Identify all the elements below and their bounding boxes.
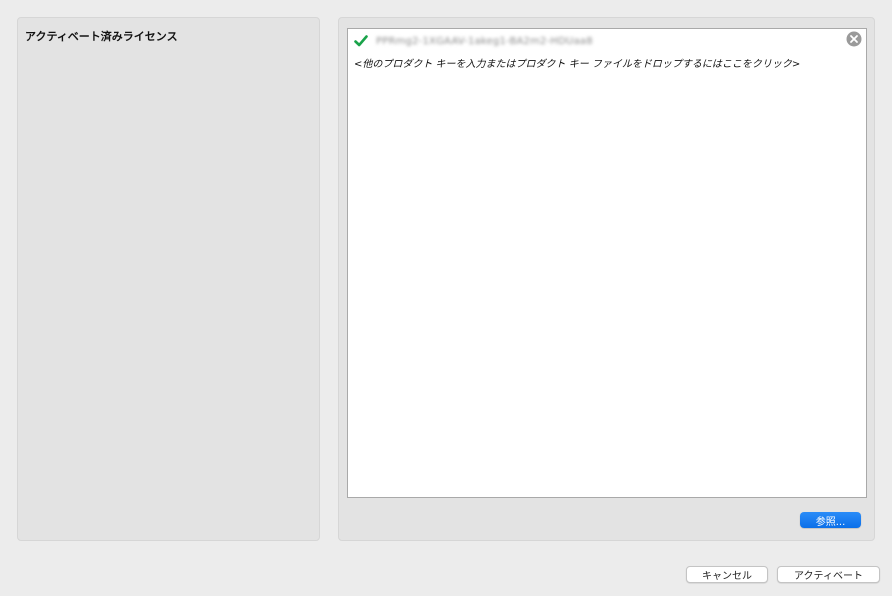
activate-button[interactable]: アクティベート xyxy=(777,566,880,583)
activation-window: アクティベート済みライセンス PPRmg2-1XGAAV-1akeg1-BA2m… xyxy=(0,0,892,596)
browse-button[interactable]: 参照... xyxy=(800,512,861,528)
cancel-button[interactable]: キャンセル xyxy=(686,566,768,583)
product-key-hint[interactable]: <他のプロダクト キーを入力またはプロダクト キー ファイルをドロップするにはこ… xyxy=(354,55,800,70)
activated-licenses-title: アクティベート済みライセンス xyxy=(25,30,178,43)
close-circle-icon[interactable] xyxy=(846,31,862,47)
product-key-panel: PPRmg2-1XGAAV-1akeg1-BA2m2-HDUaa8 <他のプロダ… xyxy=(338,17,875,541)
activated-licenses-panel: アクティベート済みライセンス xyxy=(17,17,320,541)
license-key-text: PPRmg2-1XGAAV-1akeg1-BA2m2-HDUaa8 xyxy=(376,35,593,47)
license-entry: PPRmg2-1XGAAV-1akeg1-BA2m2-HDUaa8 xyxy=(354,33,593,49)
product-key-input-area[interactable]: PPRmg2-1XGAAV-1akeg1-BA2m2-HDUaa8 <他のプロダ… xyxy=(347,28,867,498)
check-icon xyxy=(354,35,368,47)
